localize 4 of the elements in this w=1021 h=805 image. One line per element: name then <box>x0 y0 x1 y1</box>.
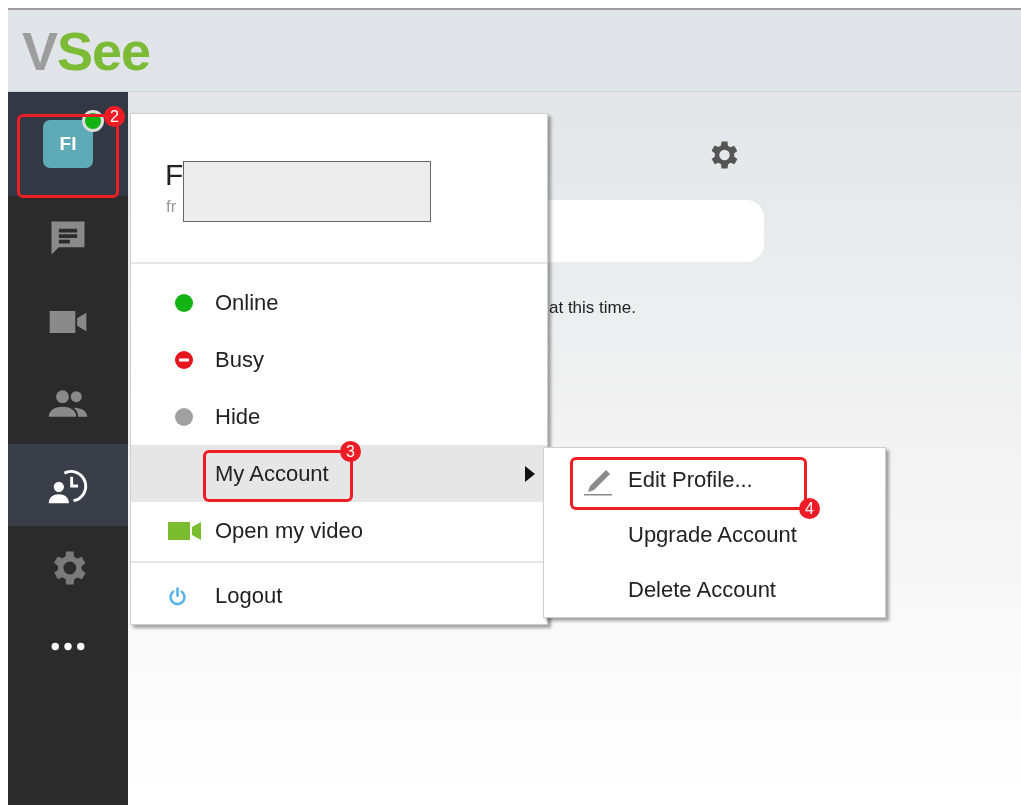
user-email: fr <box>166 198 177 215</box>
user-name: F <box>165 160 184 190</box>
vsee-logo: VSee <box>22 23 151 78</box>
notice-text: at this time. <box>549 297 636 319</box>
